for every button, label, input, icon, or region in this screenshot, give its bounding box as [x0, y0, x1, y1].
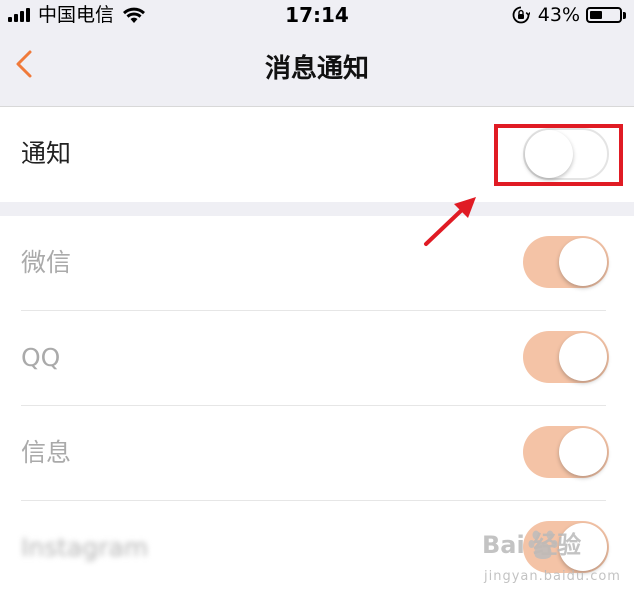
navigation-bar: 消息通知: [0, 30, 634, 107]
app-label-qq: QQ: [21, 343, 61, 372]
app-row-qq: QQ: [0, 311, 634, 406]
status-bar: 中国电信 17:14 43%: [0, 0, 634, 30]
app-row-wechat: 微信: [0, 216, 634, 311]
watermark-url: jingyan.baidu.com: [484, 569, 621, 584]
wechat-switch[interactable]: [523, 236, 609, 288]
annotation-arrow-icon: [424, 197, 476, 246]
orientation-lock-icon: [512, 6, 530, 24]
status-right: 43%: [512, 4, 626, 26]
app-row-messages: 信息: [0, 406, 634, 501]
app-label-wechat: 微信: [21, 248, 72, 277]
battery-percent: 43%: [537, 4, 580, 26]
app-label-messages: 信息: [21, 438, 72, 467]
annotation-highlight-box: [494, 124, 623, 186]
baidu-jingyan-watermark: Bai 经验 jingyan.baidu.com: [482, 523, 632, 597]
watermark-brand: Bai 经验: [482, 531, 582, 559]
switch-knob: [559, 333, 607, 381]
switch-knob: [559, 428, 607, 476]
section-divider: [0, 202, 634, 216]
messages-switch[interactable]: [523, 426, 609, 478]
switch-knob: [559, 238, 607, 286]
page-title: 消息通知: [264, 54, 369, 84]
battery-icon: [586, 7, 622, 23]
notification-label: 通知: [21, 139, 72, 168]
battery-tip: [623, 11, 626, 19]
qq-switch[interactable]: [523, 331, 609, 383]
app-label-blurred: Instagram: [21, 533, 149, 562]
